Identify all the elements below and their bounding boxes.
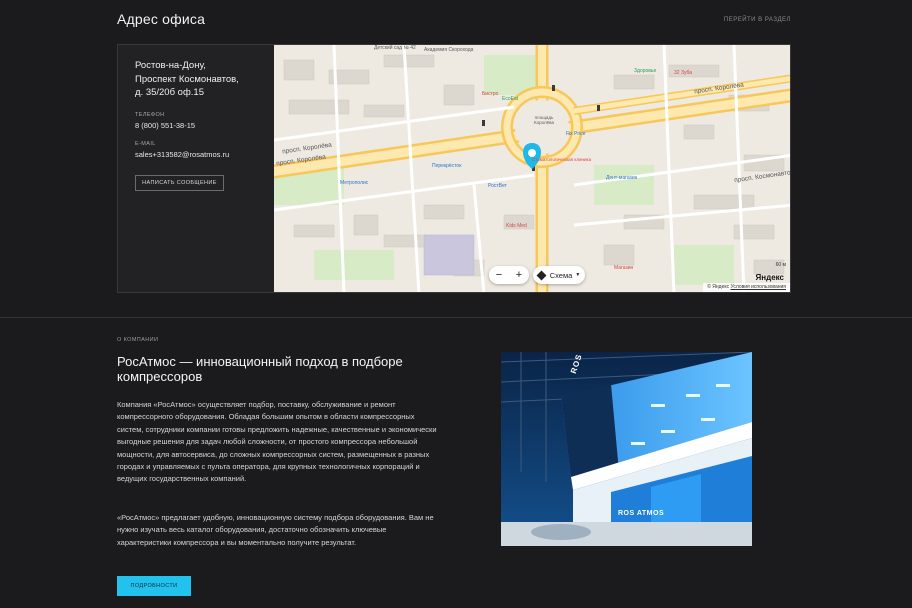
zoom-out-button[interactable]: −: [489, 266, 509, 284]
about-title: РосАтмос — инновационный подход в подбор…: [117, 354, 403, 384]
poi-label: Магазин: [614, 265, 634, 271]
poi-label: Дент-магазин: [606, 175, 638, 181]
caret-down-icon: ▼: [575, 272, 581, 278]
map-scale: 60 м: [775, 262, 786, 268]
map-attribution: © Яндекс Условия использования: [703, 283, 790, 292]
poi-label: Метрополис: [340, 180, 369, 186]
poi-label: Kids Med: [506, 223, 527, 229]
square-label: площадь Королёва: [533, 115, 554, 125]
map-layer-select[interactable]: Схема ▼: [533, 266, 585, 284]
phone-link[interactable]: 8 (800) 551-38-15: [135, 121, 195, 130]
layers-icon: [536, 270, 547, 280]
details-button[interactable]: Подробности: [117, 576, 191, 596]
phone-label: Телефон: [135, 112, 165, 118]
map-canvas: [274, 45, 790, 292]
address-line: д. 35/20б оф.15: [135, 87, 204, 98]
map-layer-label: Схема: [549, 270, 573, 280]
goto-section-link[interactable]: Перейти в раздел: [724, 17, 791, 23]
address-line: Ростов-на-Дону,: [135, 60, 206, 71]
poi-label: Fix Price: [566, 131, 586, 137]
email-label: E-mail: [135, 141, 156, 147]
office-address: Ростов-на-Дону, Проспект Космонавтов, д.…: [135, 59, 265, 100]
map-copyright: © Яндекс: [707, 284, 730, 290]
zoom-in-button[interactable]: +: [509, 266, 529, 284]
poi-label: Стоматологическая клиника: [532, 157, 592, 162]
email-link[interactable]: sales+313582@rosatmos.ru: [135, 150, 229, 159]
poi-label: Бистро: [482, 91, 499, 97]
exhibition-stand-photo: ROS ATMOS ROS ATMOS: [501, 352, 752, 546]
poi-label: Здоровье: [634, 68, 657, 74]
map-zoom-control[interactable]: − +: [489, 266, 529, 284]
poi-label: Перекрёсток: [432, 163, 462, 169]
poi-label: Академия Скорохода: [424, 47, 474, 53]
poi-label: Детский сад № 42: [374, 45, 416, 51]
office-title: Адрес офиса: [117, 11, 206, 27]
poi-label: EcoEat: [502, 96, 519, 102]
poi-label: 32 Зуба: [674, 70, 693, 76]
about-paragraph: Компания «РосАтмос» осуществляет подбор,…: [117, 400, 437, 484]
yandex-logo: Яндекс: [755, 273, 784, 282]
poi-label: РостВет: [488, 183, 507, 189]
about-kicker: О компании: [117, 337, 159, 343]
write-message-button[interactable]: Написать сообщение: [135, 175, 224, 191]
stand-sign-bottom: ROS ATMOS: [618, 510, 665, 517]
office-map[interactable]: просп. Королёва просп. Королёва просп. К…: [274, 44, 791, 293]
address-line: Проспект Космонавтов,: [135, 73, 239, 85]
about-paragraph: «РосАтмос» предлагает удобную, инновацио…: [117, 513, 434, 547]
section-divider: [0, 317, 912, 318]
office-contact-panel: Ростов-на-Дону, Проспект Космонавтов, д.…: [117, 44, 274, 293]
map-terms-link[interactable]: Условия использования: [731, 284, 787, 290]
